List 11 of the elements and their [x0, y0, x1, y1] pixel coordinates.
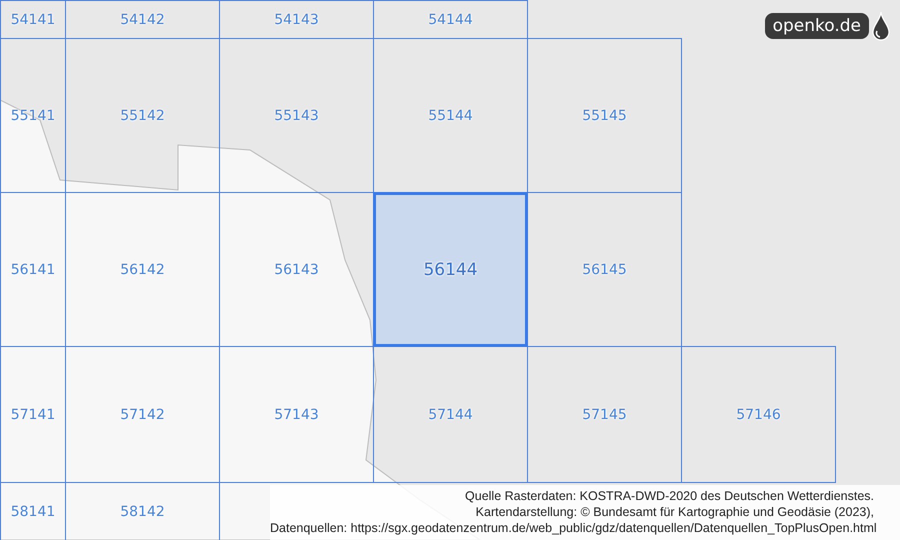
grid-cell[interactable]: 57146: [681, 346, 836, 483]
logo-badge[interactable]: openko.de: [764, 11, 890, 41]
attribution-text: Datenquellen: https://sgx.geodatenzentrum.de/web_public/gdz/datenquellen/Datenquellen_TopPlusOpen.html: [270, 520, 874, 536]
grid-cell[interactable]: 54144: [373, 0, 528, 39]
attribution-text: Kartendarstellung: © Bundesamt für Kartographie und Geodäsie (2023),: [474, 504, 874, 520]
attribution-text: Quelle Rasterdaten: KOSTRA-DWD-2020 des Deutschen Wetterdienstes.: [464, 488, 874, 504]
logo-text: openko.de: [764, 13, 869, 39]
grid-cell[interactable]: 56144: [373, 192, 528, 347]
grid-cell[interactable]: 54141: [0, 0, 66, 39]
grid-cell[interactable]: 55145: [527, 38, 682, 193]
water-drop-icon: [872, 11, 890, 41]
